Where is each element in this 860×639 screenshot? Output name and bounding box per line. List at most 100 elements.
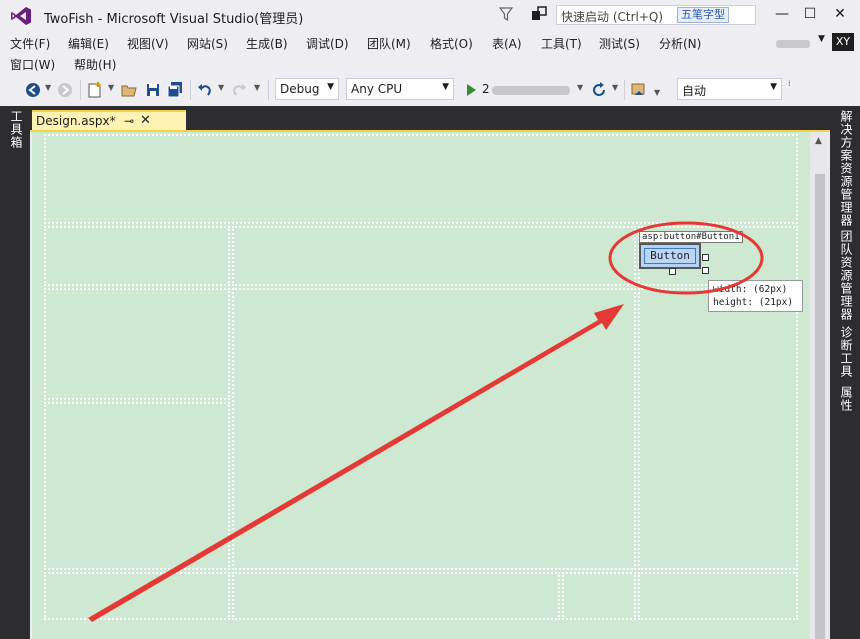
toolbar-overflow-chevron-icon[interactable]: ▼	[654, 88, 660, 97]
start-target-blurred[interactable]	[492, 86, 570, 95]
start-target-label[interactable]: 2	[482, 82, 490, 96]
refresh-dropdown-chevron-icon[interactable]: ▼	[612, 83, 618, 92]
title-bar: TwoFish - Microsoft Visual Studio(管理员) 快…	[0, 0, 860, 32]
user-menu-chevron-icon[interactable]: ▼	[818, 34, 825, 44]
redo-dropdown-chevron-icon[interactable]: ▼	[254, 83, 260, 92]
new-project-icon[interactable]	[86, 81, 104, 99]
solution-platform-select[interactable]: Any CPU ▼	[346, 78, 454, 100]
tab-label: Design.aspx*	[36, 114, 116, 128]
layout-cell[interactable]	[562, 572, 636, 620]
chevron-down-icon: ▼	[442, 82, 449, 92]
platform-value: Any CPU	[351, 82, 403, 96]
layout-cell[interactable]	[44, 226, 230, 286]
user-avatar[interactable]: XY	[832, 33, 854, 51]
layout-cell[interactable]	[44, 402, 230, 570]
undo-dropdown-chevron-icon[interactable]: ▼	[218, 83, 224, 92]
vertical-scrollbar[interactable]: ▲	[810, 132, 830, 639]
close-window-button[interactable]: ✕	[828, 4, 852, 24]
maximize-button[interactable]: ☐	[798, 4, 822, 24]
format-selection-icon[interactable]	[630, 81, 648, 99]
menu-window[interactable]: 窗口(W)	[10, 56, 55, 73]
menu-build[interactable]: 生成(B)	[246, 35, 288, 52]
left-dock-panel: 工具箱	[0, 106, 30, 639]
dock-tab-team-explorer[interactable]: 团队资源管理器	[838, 230, 855, 321]
save-all-icon[interactable]	[166, 81, 184, 99]
toolbar-options-chevron-icon[interactable]: ⁞	[788, 79, 791, 88]
document-tab-strip: Design.aspx* ⊸ ✕	[30, 106, 830, 132]
start-debugging-play-icon[interactable]	[462, 81, 480, 99]
dock-tab-toolbox[interactable]: 工具箱	[8, 110, 25, 149]
layout-cell[interactable]	[44, 288, 230, 400]
design-surface[interactable]: asp:button#Button1 Button width: (62px) …	[32, 132, 810, 639]
resize-handle-corner[interactable]	[702, 267, 709, 274]
dock-tab-solution-explorer[interactable]: 解决方案资源管理器	[838, 110, 855, 227]
menu-edit[interactable]: 编辑(E)	[68, 35, 109, 52]
layout-cell[interactable]	[232, 572, 560, 620]
refresh-icon[interactable]	[590, 81, 608, 99]
quick-launch-input[interactable]: 快速启动 (Ctrl+Q) 五笔字型	[556, 5, 756, 25]
save-icon[interactable]	[144, 81, 162, 99]
menu-table[interactable]: 表(A)	[492, 35, 522, 52]
notification-flag-icon[interactable]	[530, 5, 548, 23]
scroll-up-arrow-icon[interactable]: ▲	[815, 136, 822, 146]
chevron-down-icon: ▼	[770, 82, 777, 92]
dock-tab-diagnostic-tools[interactable]: 诊断工具	[838, 326, 855, 378]
layout-cell[interactable]	[44, 134, 798, 224]
minimize-button[interactable]: —	[770, 4, 794, 24]
menu-analyze[interactable]: 分析(N)	[659, 35, 701, 52]
back-dropdown-chevron-icon[interactable]: ▼	[45, 83, 51, 92]
configuration-value: Debug	[280, 82, 320, 96]
open-file-icon[interactable]	[120, 81, 138, 99]
menu-test[interactable]: 测试(S)	[599, 35, 640, 52]
filter-icon[interactable]	[498, 6, 514, 22]
menu-bar: 文件(F) 编辑(E) 视图(V) 网站(S) 生成(B) 调试(D) 团队(M…	[0, 32, 860, 74]
quick-launch-placeholder: 快速启动 (Ctrl+Q)	[561, 10, 664, 24]
navigate-back-icon[interactable]	[24, 81, 42, 99]
scrollbar-thumb[interactable]	[815, 174, 825, 639]
redo-icon[interactable]	[230, 81, 248, 99]
undo-icon[interactable]	[196, 81, 214, 99]
control-tag-label: asp:button#Button1	[639, 231, 743, 243]
pin-icon[interactable]: ⊸	[124, 114, 134, 128]
menu-view[interactable]: 视图(V)	[127, 35, 169, 52]
new-project-dropdown-chevron-icon[interactable]: ▼	[108, 83, 114, 92]
menu-team[interactable]: 团队(M)	[367, 35, 411, 52]
menu-file[interactable]: 文件(F)	[10, 35, 50, 52]
menu-help[interactable]: 帮助(H)	[74, 56, 116, 73]
zoom-value: 自动	[682, 84, 707, 98]
menu-debug[interactable]: 调试(D)	[306, 35, 349, 52]
menu-tools[interactable]: 工具(T)	[541, 35, 582, 52]
toolbar-separator	[80, 80, 81, 100]
user-name-blurred[interactable]	[776, 40, 810, 48]
tab-design-aspx[interactable]: Design.aspx* ⊸ ✕	[32, 110, 186, 132]
toolbar-separator	[190, 80, 191, 100]
start-target-chevron-icon[interactable]: ▼	[577, 83, 583, 92]
layout-cell[interactable]	[232, 226, 636, 286]
window-title: TwoFish - Microsoft Visual Studio(管理员)	[44, 12, 304, 27]
resize-handle-right[interactable]	[702, 254, 709, 261]
standard-toolbar: ▼ ▼ ▼ ▼ Debug ▼ Any CPU ▼ 2 ▼ ▼ ▼ 自动 ▼ ⁞	[0, 76, 860, 104]
layout-cell[interactable]	[638, 572, 798, 620]
right-dock-panel: 解决方案资源管理器 团队资源管理器 诊断工具 属性	[830, 106, 860, 639]
menu-format[interactable]: 格式(O)	[430, 35, 473, 52]
asp-button-text: Button	[644, 248, 696, 264]
visual-studio-logo-icon	[11, 7, 31, 25]
ime-indicator: 五笔字型	[677, 7, 729, 23]
menu-website[interactable]: 网站(S)	[187, 35, 228, 52]
page-canvas[interactable]: asp:button#Button1 Button width: (62px) …	[32, 132, 810, 639]
dock-tab-properties[interactable]: 属性	[838, 386, 855, 412]
zoom-select[interactable]: 自动 ▼	[677, 78, 782, 100]
navigate-forward-icon[interactable]	[56, 81, 74, 99]
size-tooltip: width: (62px) height: (21px)	[708, 280, 803, 312]
size-tooltip-height: height: (21px)	[713, 297, 794, 308]
layout-cell[interactable]	[638, 288, 798, 570]
close-tab-icon[interactable]: ✕	[140, 113, 151, 128]
layout-cell[interactable]	[44, 572, 230, 620]
toolbar-separator	[624, 80, 625, 100]
layout-cell[interactable]	[232, 288, 636, 570]
size-tooltip-width: width: (62px)	[713, 284, 788, 295]
resize-handle-bottom[interactable]	[669, 268, 676, 275]
asp-button-control[interactable]: Button	[639, 243, 701, 269]
chevron-down-icon: ▼	[327, 82, 334, 92]
solution-configuration-select[interactable]: Debug ▼	[275, 78, 339, 100]
